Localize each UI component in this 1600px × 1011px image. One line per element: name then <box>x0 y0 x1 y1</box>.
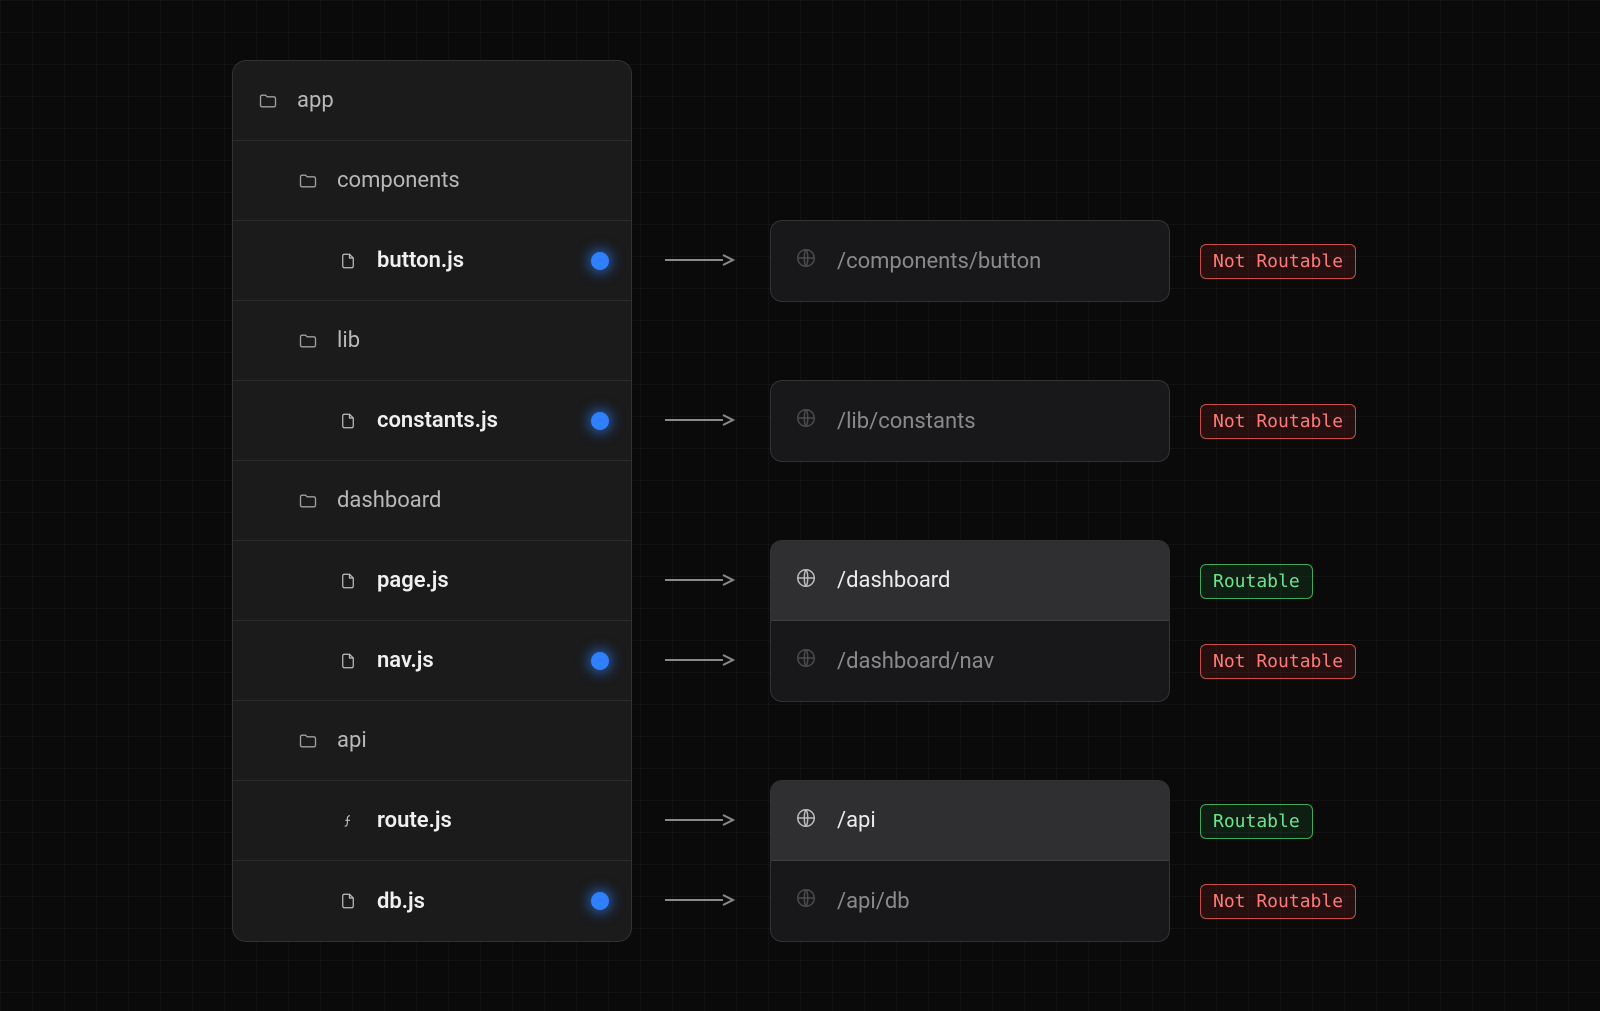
tree-label: nav.js <box>377 648 591 673</box>
tree-row[interactable]: dashboard <box>233 461 631 541</box>
route-row: /api/db <box>771 861 1169 941</box>
route-group: /api /api/db <box>770 780 1170 942</box>
tree-row[interactable]: lib <box>233 301 631 381</box>
file-icon <box>337 410 359 432</box>
folder-icon <box>257 90 279 112</box>
not-routable-badge: Not Routable <box>1200 884 1356 919</box>
globe-icon <box>795 807 817 835</box>
route-path: /dashboard <box>837 568 950 593</box>
globe-icon <box>795 407 817 435</box>
arrow-icon <box>665 579 735 581</box>
function-icon <box>337 810 359 832</box>
tree-label: button.js <box>377 248 591 273</box>
route-row: /dashboard/nav <box>771 621 1169 701</box>
colocated-dot-icon <box>591 412 609 430</box>
globe-icon <box>795 247 817 275</box>
globe-icon <box>795 567 817 595</box>
file-icon <box>337 890 359 912</box>
route-group: /lib/constants <box>770 380 1170 462</box>
globe-icon <box>795 887 817 915</box>
tree-row[interactable]: components <box>233 141 631 221</box>
tree-row[interactable]: api <box>233 701 631 781</box>
route-path: /api <box>837 808 876 833</box>
tree-label: components <box>337 168 631 193</box>
arrow-icon <box>665 259 735 261</box>
file-icon <box>337 650 359 672</box>
route-row: /components/button <box>771 221 1169 301</box>
tree-row[interactable]: constants.js <box>233 381 631 461</box>
colocated-dot-icon <box>591 892 609 910</box>
not-routable-badge: Not Routable <box>1200 244 1356 279</box>
arrow-icon <box>665 819 735 821</box>
folder-icon <box>297 170 319 192</box>
file-icon <box>337 250 359 272</box>
file-tree-panel: app components button.js lib constant <box>232 60 632 942</box>
tree-row[interactable]: page.js <box>233 541 631 621</box>
tree-label: route.js <box>377 808 631 833</box>
route-row: /api <box>771 781 1169 861</box>
not-routable-badge: Not Routable <box>1200 404 1356 439</box>
routable-badge: Routable <box>1200 804 1313 839</box>
file-icon <box>337 570 359 592</box>
folder-icon <box>297 490 319 512</box>
tree-label: page.js <box>377 568 631 593</box>
tree-label: constants.js <box>377 408 591 433</box>
tree-row[interactable]: route.js <box>233 781 631 861</box>
route-group: /components/button <box>770 220 1170 302</box>
tree-row[interactable]: nav.js <box>233 621 631 701</box>
route-path: /dashboard/nav <box>837 649 994 674</box>
colocated-dot-icon <box>591 652 609 670</box>
route-row: /lib/constants <box>771 381 1169 461</box>
arrow-icon <box>665 899 735 901</box>
tree-row[interactable]: app <box>233 61 631 141</box>
tree-row[interactable]: db.js <box>233 861 631 941</box>
arrow-icon <box>665 419 735 421</box>
tree-label: dashboard <box>337 488 631 513</box>
folder-icon <box>297 730 319 752</box>
arrow-icon <box>665 659 735 661</box>
colocated-dot-icon <box>591 252 609 270</box>
tree-label: app <box>297 88 631 113</box>
route-path: /components/button <box>837 249 1041 274</box>
tree-label: api <box>337 728 631 753</box>
tree-label: lib <box>337 328 631 353</box>
routable-badge: Routable <box>1200 564 1313 599</box>
folder-icon <box>297 330 319 352</box>
not-routable-badge: Not Routable <box>1200 644 1356 679</box>
tree-label: db.js <box>377 889 591 914</box>
globe-icon <box>795 647 817 675</box>
tree-row[interactable]: button.js <box>233 221 631 301</box>
route-row: /dashboard <box>771 541 1169 621</box>
route-group: /dashboard /dashboard/nav <box>770 540 1170 702</box>
route-path: /lib/constants <box>837 409 976 434</box>
route-path: /api/db <box>837 889 910 914</box>
